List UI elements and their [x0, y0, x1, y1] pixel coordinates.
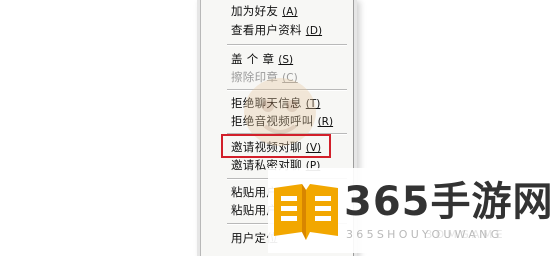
menu-item-accel: (D)	[305, 25, 323, 37]
logo-subtitle: 365SHOUYOUWANG 3DMGAME	[346, 228, 506, 241]
menu-item-add-friend[interactable]: 加为好友 (A)	[231, 2, 298, 20]
logo-title: 365手游网	[344, 179, 552, 225]
book-logo-icon	[274, 184, 338, 240]
logo-overlay-text: 3DMGAME	[425, 228, 506, 241]
menu-separator	[227, 44, 347, 46]
menu-item-label: 加为好友	[231, 4, 279, 18]
menu-item-accel: (A)	[282, 6, 298, 18]
menu-item-label: 查看用户资料	[231, 23, 302, 37]
menu-item-view-profile[interactable]: 查看用户资料 (D)	[231, 21, 322, 39]
highlight-box	[221, 134, 331, 158]
